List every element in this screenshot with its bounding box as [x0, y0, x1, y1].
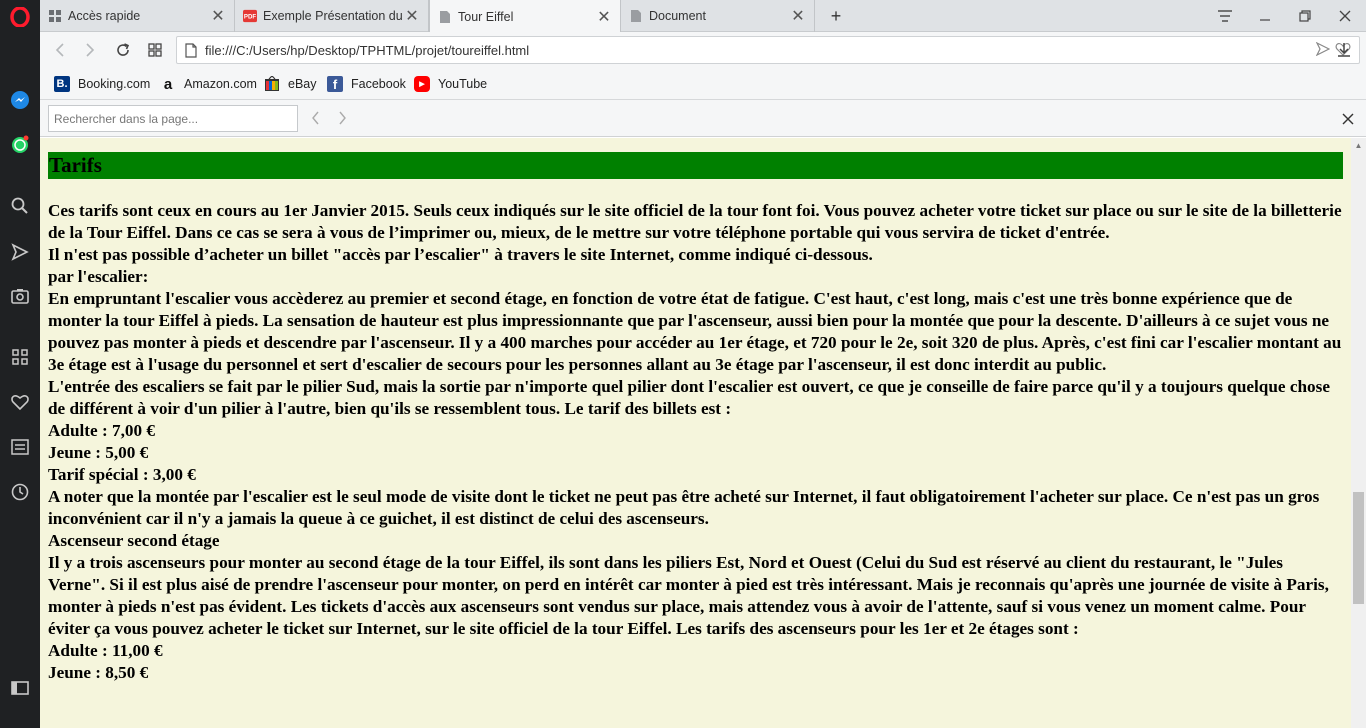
web-page: Tarifs Ces tarifs sont ceux en cours au … [40, 138, 1351, 728]
find-input[interactable]: Rechercher dans la page... [48, 105, 298, 132]
opera-sidebar [0, 0, 40, 728]
section-heading: Tarifs [48, 152, 1343, 179]
paragraph: L'entrée des escaliers se fait par le pi… [48, 377, 1330, 418]
address-toolbar: file:///C:/Users/hp/Desktop/TPHTML/proje… [40, 32, 1366, 68]
send-icon[interactable] [8, 240, 32, 264]
snap-icon[interactable] [1313, 41, 1333, 59]
close-window-icon[interactable] [1325, 0, 1365, 32]
download-icon[interactable] [1332, 38, 1356, 62]
booking-icon: B. [54, 76, 70, 92]
bookmark-booking[interactable]: B. Booking.com [54, 75, 150, 93]
scroll-up-icon[interactable]: ▲ [1351, 138, 1366, 153]
bookmark-label: Booking.com [78, 77, 151, 91]
vertical-scrollbar[interactable]: ▲ [1351, 138, 1366, 728]
sidebar-toggle-icon[interactable] [8, 676, 32, 700]
reload-icon[interactable] [111, 38, 135, 62]
search-icon[interactable] [8, 194, 32, 218]
bookmark-label: eBay [288, 77, 317, 91]
tab-label: Accès rapide [68, 9, 141, 23]
pdf-icon: PDF [243, 9, 257, 23]
grid-icon [48, 9, 62, 23]
back-icon[interactable] [48, 38, 72, 62]
speed-dial-icon[interactable] [8, 345, 32, 369]
svg-text:PDF: PDF [244, 14, 256, 21]
price-line: Jeune : 5,00 € [48, 443, 149, 462]
youtube-icon: ▶ [414, 76, 430, 92]
price-line: Jeune : 8,50 € [48, 663, 149, 682]
find-previous-icon[interactable] [306, 109, 324, 127]
bookmark-label: YouTube [438, 77, 488, 91]
restore-icon[interactable] [1285, 0, 1325, 32]
messenger-icon[interactable] [8, 88, 32, 112]
facebook-icon: f [327, 76, 343, 92]
opera-logo-icon[interactable] [8, 5, 32, 29]
tab-exemple-presentation[interactable]: PDF Exemple Présentation du p ✕ [235, 0, 429, 32]
price-line: Adulte : 7,00 € [48, 421, 155, 440]
address-url[interactable]: file:///C:/Users/hp/Desktop/TPHTML/proje… [205, 43, 1313, 58]
close-icon[interactable]: ✕ [402, 6, 422, 26]
tab-label: Document [649, 9, 706, 23]
bookmark-label: Amazon.com [184, 77, 257, 91]
find-next-icon[interactable] [333, 109, 351, 127]
page-icon [438, 10, 452, 24]
amazon-icon: a [163, 75, 173, 93]
history-icon[interactable] [8, 480, 32, 504]
minimize-icon[interactable] [1245, 0, 1285, 32]
tab-menu-icon[interactable] [1205, 0, 1245, 32]
tab-tour-eiffel[interactable]: Tour Eiffel ✕ [429, 0, 621, 33]
new-tab-icon[interactable]: + [816, 0, 856, 32]
tab-strip: Accès rapide ✕ PDF Exemple Présentation … [40, 0, 1366, 33]
bookmarks-bar: B. Booking.com a Amazon.com eBay f Faceb… [40, 68, 1366, 100]
tab-document[interactable]: Document ✕ [621, 0, 815, 32]
page-text: Ces tarifs sont ceux en cours au 1er Jan… [48, 200, 1343, 684]
ebay-icon [264, 76, 280, 92]
close-find-icon[interactable] [1342, 109, 1354, 130]
price-line: Adulte : 11,00 € [48, 641, 163, 660]
bookmark-ebay[interactable]: eBay [264, 75, 317, 93]
tab-acces-rapide[interactable]: Accès rapide ✕ [40, 0, 235, 32]
heart-icon[interactable] [8, 390, 32, 414]
bookmark-amazon[interactable]: a Amazon.com [160, 75, 257, 93]
paragraph: En empruntant l'escalier vous accèderez … [48, 289, 1342, 374]
paragraph: Il y a trois ascenseurs pour monter au s… [48, 553, 1329, 638]
page-icon [629, 9, 643, 23]
whatsapp-icon[interactable] [8, 133, 32, 157]
price-line: Tarif spécial : 3,00 € [48, 465, 196, 484]
paragraph: Il n'est pas possible d’acheter un bille… [48, 245, 873, 264]
bookmark-youtube[interactable]: ▶ YouTube [414, 75, 487, 93]
close-icon[interactable]: ✕ [594, 7, 614, 27]
find-bar: Rechercher dans la page... [40, 100, 1366, 137]
address-bar[interactable]: file:///C:/Users/hp/Desktop/TPHTML/proje… [176, 36, 1360, 64]
paragraph: par l'escalier: [48, 267, 149, 286]
news-icon[interactable] [8, 435, 32, 459]
paragraph: A noter que la montée par l'escalier est… [48, 487, 1320, 528]
paragraph: Ascenseur second étage [48, 531, 220, 550]
close-icon[interactable]: ✕ [788, 6, 808, 26]
page-icon [177, 42, 205, 58]
tabs-grid-icon[interactable] [143, 38, 167, 62]
bookmark-label: Facebook [351, 77, 406, 91]
paragraph: Ces tarifs sont ceux en cours au 1er Jan… [48, 201, 1342, 242]
close-icon[interactable]: ✕ [208, 6, 228, 26]
tab-label: Tour Eiffel [458, 9, 514, 24]
bookmark-facebook[interactable]: f Facebook [327, 75, 406, 93]
scrollbar-thumb[interactable] [1353, 492, 1364, 604]
forward-icon[interactable] [78, 38, 102, 62]
camera-icon[interactable] [8, 284, 32, 308]
tab-label: Exemple Présentation du p [263, 9, 402, 23]
